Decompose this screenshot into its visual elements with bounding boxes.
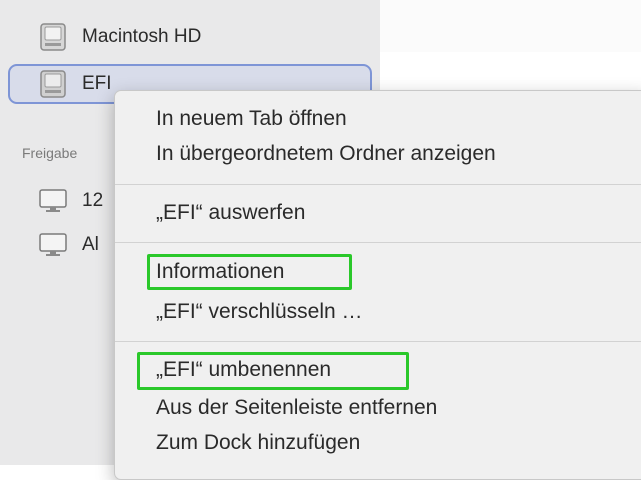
computer-icon <box>38 186 68 216</box>
menu-item-get-info[interactable]: Informationen <box>156 260 284 284</box>
sidebar-item-shared-computer[interactable]: Al <box>8 230 99 260</box>
menu-item-eject[interactable]: „EFI“ auswerfen <box>156 201 305 225</box>
sidebar-section-heading: Freigabe <box>22 145 78 161</box>
sidebar-item-label: Al <box>82 234 99 255</box>
sidebar-item-label: 12 <box>82 190 104 211</box>
menu-separator <box>115 341 641 342</box>
menu-separator <box>115 184 641 185</box>
menu-item-open-in-new-tab[interactable]: In neuem Tab öffnen <box>156 107 347 131</box>
content-toolbar-band <box>380 0 641 52</box>
menu-separator <box>115 242 641 243</box>
sidebar-item-macintosh-hd[interactable]: Macintosh HD <box>8 22 201 52</box>
menu-item-add-to-dock[interactable]: Zum Dock hinzufügen <box>156 431 360 455</box>
sidebar-item-label: EFI <box>82 73 112 94</box>
hard-drive-icon <box>38 22 68 52</box>
menu-item-show-in-enclosing-folder[interactable]: In übergeordnetem Ordner anzeigen <box>156 142 496 166</box>
menu-item-encrypt[interactable]: „EFI“ verschlüsseln … <box>156 300 363 324</box>
menu-item-rename[interactable]: „EFI“ umbenennen <box>156 358 331 382</box>
computer-icon <box>38 230 68 260</box>
sidebar-item-label: Macintosh HD <box>82 26 202 47</box>
hard-drive-icon <box>38 69 68 99</box>
menu-item-remove-from-sidebar[interactable]: Aus der Seitenleiste entfernen <box>156 396 437 420</box>
context-menu: In neuem Tab öffnen In übergeordnetem Or… <box>114 90 641 480</box>
sidebar-item-shared-computer[interactable]: 12 <box>8 186 103 216</box>
